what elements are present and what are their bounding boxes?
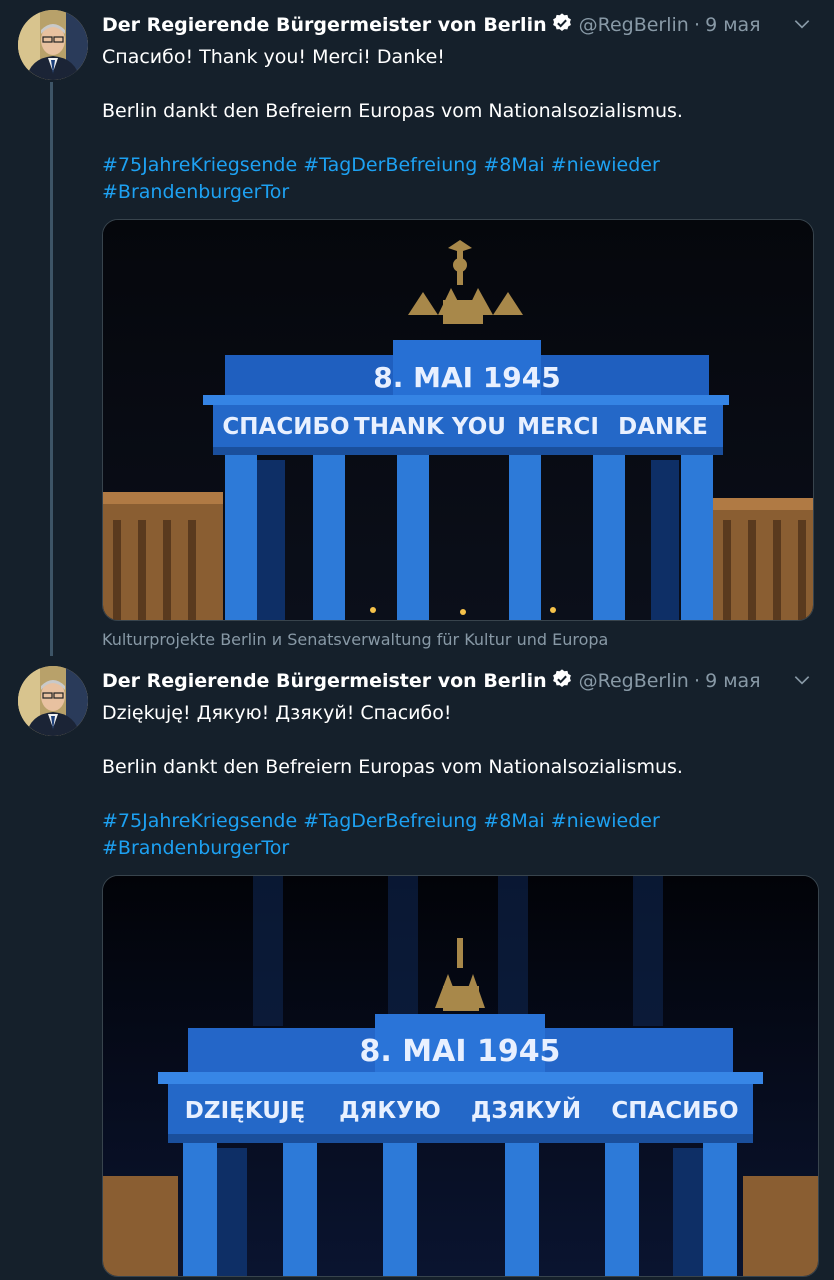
- avatar[interactable]: [18, 10, 88, 80]
- projected-word: СПАСИБО: [611, 1098, 738, 1124]
- projected-word: MERCI: [517, 414, 599, 440]
- tweet[interactable]: Der Regierende Bürgermeister von Berlin @…: [0, 656, 834, 1280]
- hashtag-link[interactable]: #BrandenburgerTor: [102, 837, 289, 859]
- tweet-text-line: Спасибо! Thank you! Merci! Danke!: [102, 46, 445, 68]
- projected-word: DANKE: [618, 414, 708, 440]
- projected-word: ДЯКУЮ: [339, 1098, 441, 1124]
- hashtag-link[interactable]: #8Mai: [483, 810, 544, 832]
- tweet-text-line: Dziękuję! Дякую! Дзякуй! Спасибо!: [102, 702, 452, 724]
- tweet-image[interactable]: 8. MAI 1945 DZIĘKUJĘ ДЯКУЮ ДЗЯКУЙ СПАСИБ…: [102, 875, 819, 1277]
- projected-date-text: 8. MAI 1945: [360, 1034, 561, 1069]
- author-name[interactable]: Der Regierende Bürgermeister von Berlin: [102, 670, 547, 692]
- tweet-date[interactable]: 9 мая: [705, 14, 761, 36]
- hashtag-link[interactable]: #BrandenburgerTor: [102, 181, 289, 203]
- hashtag-link[interactable]: #niewieder: [551, 154, 660, 176]
- hashtag-link[interactable]: #75JahreKriegsende: [102, 810, 297, 832]
- thread-connector-line: [50, 82, 53, 656]
- tweet-text: Dziękuję! Дякую! Дзякуй! Спасибо! Berlin…: [102, 700, 802, 862]
- tweet-date[interactable]: 9 мая: [705, 670, 761, 692]
- hashtag-link[interactable]: #TagDerBefreiung: [303, 810, 477, 832]
- chevron-down-icon[interactable]: [792, 14, 812, 38]
- projected-date-text: 8. MAI 1945: [373, 361, 561, 394]
- projected-word: ДЗЯКУЙ: [471, 1096, 581, 1124]
- tweet[interactable]: Der Regierende Bürgermeister von Berlin @…: [0, 0, 834, 656]
- tweet-text-line: Berlin dankt den Befreiern Europas vom N…: [102, 756, 683, 778]
- hashtag-link[interactable]: #75JahreKriegsende: [102, 154, 297, 176]
- projected-word: DZIĘKUJĘ: [185, 1098, 305, 1124]
- tweet-header: Der Regierende Bürgermeister von Berlin @…: [102, 12, 814, 40]
- tweet-text: Спасибо! Thank you! Merci! Danke! Berlin…: [102, 44, 802, 206]
- hashtag-link[interactable]: #8Mai: [483, 154, 544, 176]
- hashtag-link[interactable]: #TagDerBefreiung: [303, 154, 477, 176]
- tweet-image[interactable]: 8. MAI 1945 СПАСИБО THANK YOU MERCI DANK…: [102, 219, 814, 621]
- projected-word: СПАСИБО: [222, 414, 349, 440]
- tweet-header: Der Regierende Bürgermeister von Berlin @…: [102, 668, 814, 696]
- separator-dot: ·: [693, 14, 700, 36]
- chevron-down-icon[interactable]: [792, 670, 812, 694]
- hashtags: #75JahreKriegsende #TagDerBefreiung #8Ma…: [102, 808, 802, 862]
- author-name[interactable]: Der Regierende Bürgermeister von Berlin: [102, 14, 547, 36]
- avatar[interactable]: [18, 666, 88, 736]
- separator-dot: ·: [693, 670, 700, 692]
- tweet-text-line: Berlin dankt den Befreiern Europas vom N…: [102, 100, 683, 122]
- hashtags: #75JahreKriegsende #TagDerBefreiung #8Ma…: [102, 152, 802, 206]
- author-handle[interactable]: @RegBerlin: [579, 670, 689, 692]
- projected-word: THANK YOU: [354, 414, 506, 440]
- hashtag-link[interactable]: #niewieder: [551, 810, 660, 832]
- verified-badge-icon: [551, 668, 573, 694]
- image-caption[interactable]: Kulturprojekte Berlin и Senatsverwaltung…: [102, 630, 608, 649]
- verified-badge-icon: [551, 12, 573, 38]
- author-handle[interactable]: @RegBerlin: [579, 14, 689, 36]
